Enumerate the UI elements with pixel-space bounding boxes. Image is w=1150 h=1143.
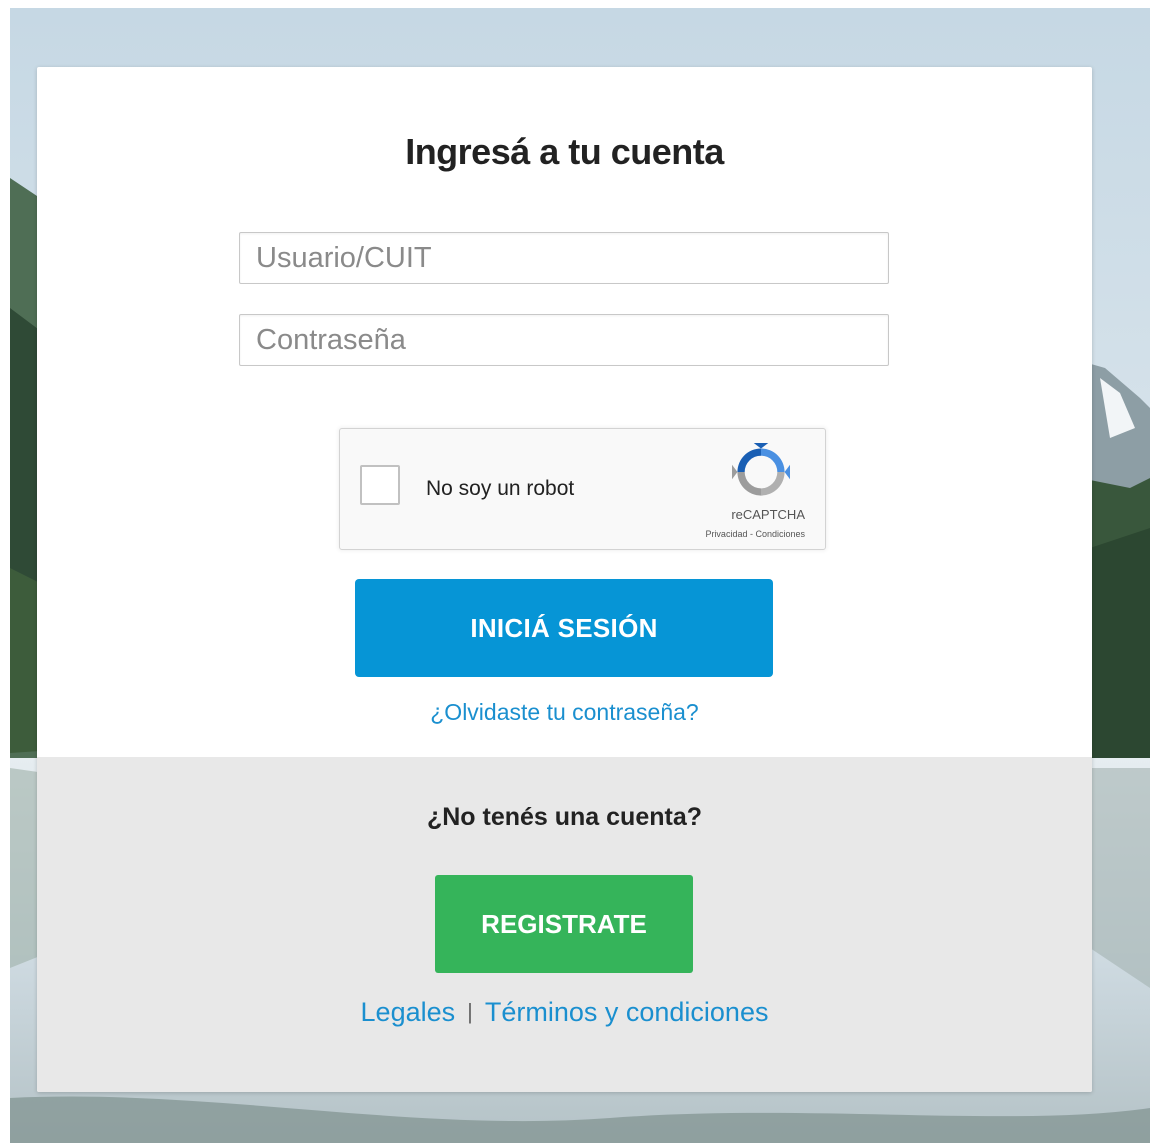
username-input[interactable] — [239, 232, 889, 284]
footer-separator: | — [467, 999, 473, 1024]
captcha-label: No soy un robot — [426, 477, 575, 500]
no-account-prompt: ¿No tenés una cuenta? — [426, 803, 703, 831]
forgot-password-link[interactable]: ¿Olvidaste tu contraseña? — [37, 699, 1092, 726]
footer-links: Legales | Términos y condiciones — [37, 997, 1092, 1028]
page-title: Ingresá a tu cuenta — [405, 131, 724, 172]
register-section: ¿No tenés una cuenta? REGISTRATE Legales… — [37, 757, 1092, 1092]
captcha-checkbox[interactable] — [360, 465, 400, 505]
recaptcha-logo-icon — [732, 443, 790, 496]
captcha-brand: reCAPTCHA — [731, 507, 805, 522]
captcha-terms-link[interactable]: Condiciones — [755, 529, 805, 539]
recaptcha-widget: No soy un robot reCAPTCHA Privacidad - C… — [339, 428, 826, 550]
captcha-links: Privacidad - Condiciones — [705, 529, 805, 539]
register-button[interactable]: REGISTRATE — [435, 875, 693, 973]
captcha-privacy-link[interactable]: Privacidad — [705, 529, 747, 539]
legal-link[interactable]: Legales — [361, 997, 456, 1027]
password-input[interactable] — [239, 314, 889, 366]
terms-link[interactable]: Términos y condiciones — [485, 997, 769, 1027]
login-button[interactable]: INICIÁ SESIÓN — [355, 579, 773, 677]
login-card: Ingresá a tu cuenta No soy un robot reCA… — [37, 67, 1092, 1092]
